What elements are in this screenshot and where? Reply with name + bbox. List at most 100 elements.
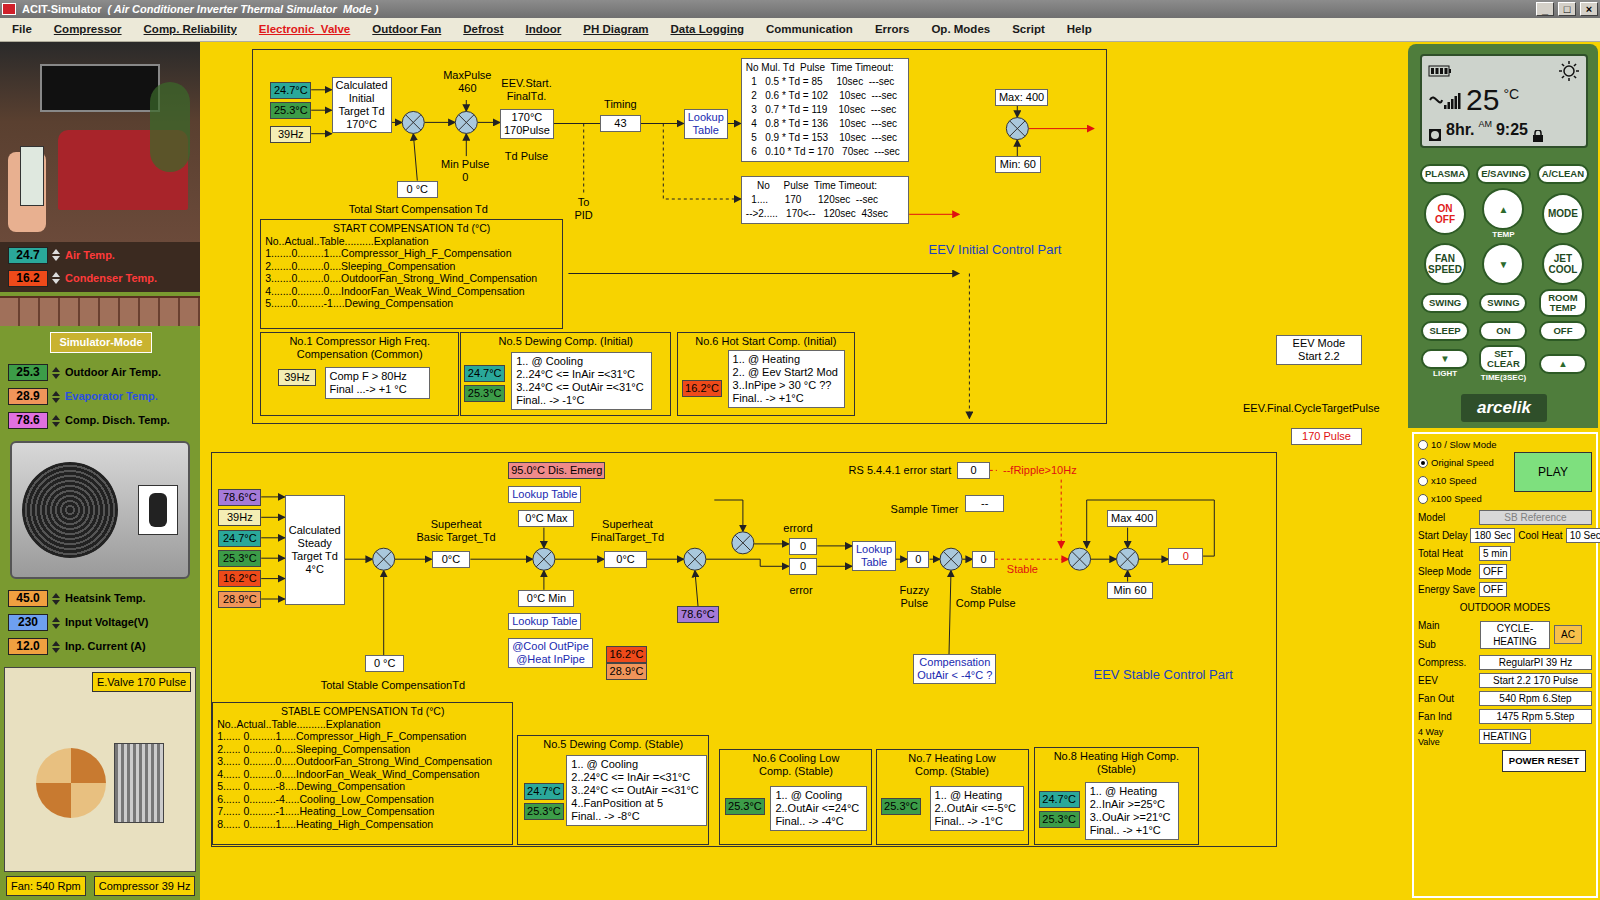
connector-line <box>1061 480 1062 548</box>
spin-down-icon[interactable] <box>52 374 60 379</box>
speed-option[interactable]: x10 Speed <box>1418 474 1496 488</box>
menu-item[interactable]: Op. Modes <box>931 21 990 38</box>
spin-down-icon[interactable] <box>52 398 60 403</box>
remote-button-cell: ▼ <box>1482 243 1524 285</box>
window-button[interactable]: × <box>1580 2 1598 16</box>
menu-item[interactable]: Comp. Reliability <box>144 21 237 38</box>
window-button[interactable]: □ <box>1558 2 1576 16</box>
menu-item[interactable]: Communication <box>766 21 853 38</box>
radio-button[interactable] <box>1418 440 1428 450</box>
remote-button[interactable]: ONOFF <box>1424 193 1466 235</box>
remote-button[interactable]: ON <box>1479 321 1527 341</box>
spinner[interactable] <box>52 391 61 403</box>
radio-button[interactable] <box>1418 458 1428 468</box>
node-text: -- <box>969 497 1000 510</box>
remote-button[interactable]: ▲ <box>1482 188 1524 230</box>
remote-button[interactable]: PLASMA <box>1420 164 1470 184</box>
setting-row: Fan Out540 Rpm 6.Step <box>1418 691 1592 706</box>
setting-value[interactable]: 10 Sec <box>1566 528 1600 543</box>
menu-item[interactable]: File <box>12 21 32 38</box>
spinner[interactable] <box>52 415 61 427</box>
node-text: 3..OuAir >=21°C <box>1090 811 1174 824</box>
power-reset-button[interactable]: POWER RESET <box>1502 750 1586 772</box>
menu-item[interactable]: Indoor <box>526 21 562 38</box>
value-input[interactable]: 78.6 <box>8 412 48 429</box>
spin-up-icon[interactable] <box>52 593 60 598</box>
spin-up-icon[interactable] <box>52 415 60 420</box>
menu-item[interactable]: Help <box>1067 21 1092 38</box>
spin-down-icon[interactable] <box>52 648 60 653</box>
menu-item[interactable]: Script <box>1012 21 1045 38</box>
radio-button[interactable] <box>1418 476 1428 486</box>
spinner[interactable] <box>52 617 61 629</box>
spin-down-icon[interactable] <box>52 600 60 605</box>
remote-button[interactable]: A/CLEAN <box>1537 164 1589 184</box>
setting-value[interactable]: 1475 Rpm 5.Step <box>1479 709 1592 724</box>
remote-button[interactable]: SETCLEAR <box>1479 345 1527 373</box>
value-input[interactable]: 28.9 <box>8 388 48 405</box>
remote-button[interactable]: JETCOOL <box>1542 243 1584 285</box>
spin-down-icon[interactable] <box>52 256 60 261</box>
remote-button[interactable]: SWING <box>1421 293 1469 313</box>
menu-item[interactable]: Defrost <box>463 21 503 38</box>
menu-item[interactable]: Compressor <box>54 21 122 38</box>
spin-down-icon[interactable] <box>52 624 60 629</box>
setting-value[interactable]: OFF <box>1479 582 1507 597</box>
menu-item[interactable]: Outdoor Fan <box>372 21 441 38</box>
spin-up-icon[interactable] <box>52 249 60 254</box>
remote-button[interactable]: SLEEP <box>1421 321 1469 341</box>
speed-option[interactable]: 10 / Slow Mode <box>1418 438 1496 452</box>
value-input[interactable]: 12.0 <box>8 638 48 655</box>
sensor-field: 12.0Inp. Current (A) <box>0 637 200 657</box>
play-button[interactable]: PLAY <box>1514 452 1592 492</box>
spinner[interactable] <box>52 367 61 379</box>
menu-item[interactable]: Errors <box>875 21 910 38</box>
speed-option[interactable]: Original Speed <box>1418 456 1496 470</box>
menu-item[interactable]: Data Logging <box>671 21 744 38</box>
spinner[interactable] <box>52 593 61 605</box>
setting-value[interactable]: Start 2.2 170 Pulse <box>1479 673 1592 688</box>
remote-button[interactable]: OFF <box>1539 321 1587 341</box>
spinner[interactable] <box>52 249 61 261</box>
spin-up-icon[interactable] <box>52 272 60 277</box>
menu-item[interactable]: PH Diagram <box>583 21 648 38</box>
remote-button[interactable]: ▼ <box>1421 349 1469 369</box>
spinner[interactable] <box>52 641 61 653</box>
remote-button[interactable]: E/SAVING <box>1476 164 1531 184</box>
remote-button[interactable]: ROOMTEMP <box>1539 289 1587 317</box>
remote-button[interactable]: FANSPEED <box>1424 243 1466 285</box>
value-input[interactable]: 25.3 <box>8 364 48 381</box>
menu-item[interactable]: Electronic Valve <box>259 21 350 38</box>
remote-button[interactable]: MODE <box>1542 193 1584 235</box>
setting-value[interactable]: 5 min <box>1479 546 1511 561</box>
connector-line <box>909 214 959 215</box>
spinner[interactable] <box>52 272 61 284</box>
setting-value[interactable]: 540 Rpm 6.Step <box>1479 691 1592 706</box>
spin-up-icon[interactable] <box>52 367 60 372</box>
spin-down-icon[interactable] <box>52 279 60 284</box>
value-input[interactable]: 24.7 <box>8 247 48 264</box>
section-title: OUTDOOR MODES <box>1418 600 1592 615</box>
window-buttons: _ □ × <box>1536 2 1598 16</box>
radio-button[interactable] <box>1418 494 1428 504</box>
setting-value[interactable]: SB Reference <box>1479 510 1592 525</box>
spin-up-icon[interactable] <box>52 641 60 646</box>
setting-value[interactable]: OFF <box>1479 564 1507 579</box>
setting-value[interactable]: 180 Sec <box>1470 528 1515 543</box>
remote-button[interactable]: SWING <box>1479 293 1527 313</box>
spin-up-icon[interactable] <box>52 617 60 622</box>
value-input[interactable]: 230 <box>8 614 48 631</box>
value-input[interactable]: 45.0 <box>8 590 48 607</box>
remote-button-cell: SLEEP <box>1421 321 1469 341</box>
setting-label: Sub <box>1418 637 1476 652</box>
remote-button[interactable]: ▲ <box>1539 354 1587 374</box>
spin-down-icon[interactable] <box>52 422 60 427</box>
remote-button[interactable]: ▼ <box>1482 243 1524 285</box>
value-box: CalculatedSteadyTarget Td4°C <box>285 495 345 605</box>
setting-value[interactable]: RegularPI 39 Hz <box>1479 655 1592 670</box>
value-input[interactable]: 16.2 <box>8 270 48 287</box>
timer-icon <box>1428 128 1442 142</box>
spin-up-icon[interactable] <box>52 391 60 396</box>
window-button[interactable]: _ <box>1536 2 1554 16</box>
speed-option[interactable]: x100 Speed <box>1418 492 1496 506</box>
